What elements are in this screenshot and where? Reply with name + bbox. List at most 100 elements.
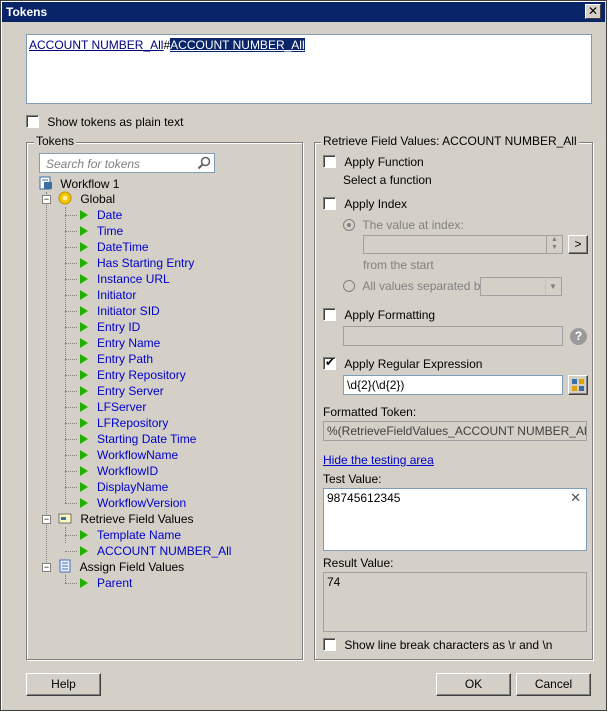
token-arrow-icon xyxy=(80,338,88,348)
apply-function-checkbox[interactable] xyxy=(323,155,336,169)
global-item[interactable]: Instance URL xyxy=(80,271,170,287)
tree-node-global[interactable]: Global xyxy=(58,191,115,207)
global-item[interactable]: DisplayName xyxy=(80,479,168,495)
index-stepper[interactable]: ▲ ▼ xyxy=(363,235,563,254)
search-icon[interactable] xyxy=(197,156,211,170)
global-item[interactable]: Time xyxy=(80,223,123,239)
chevron-down-icon[interactable]: ▼ xyxy=(545,279,560,294)
apply-formatting-row[interactable]: Apply Formatting xyxy=(323,307,435,322)
value-at-index-row[interactable]: The value at index: xyxy=(343,217,464,232)
formatted-token-label: Formatted Token: xyxy=(323,405,417,419)
token-arrow-icon xyxy=(80,306,88,316)
global-item[interactable]: DateTime xyxy=(80,239,149,255)
ok-button[interactable]: OK xyxy=(436,673,511,696)
apply-regex-label: Apply Regular Expression xyxy=(344,356,483,371)
global-item[interactable]: WorkflowID xyxy=(80,463,158,479)
global-item[interactable]: Entry Path xyxy=(80,351,153,367)
global-item[interactable]: Entry Server xyxy=(80,383,164,399)
global-item[interactable]: Has Starting Entry xyxy=(80,255,194,271)
show-plain-text-checkbox[interactable] xyxy=(26,115,39,129)
tree-node-retrieve-field-values[interactable]: Retrieve Field Values xyxy=(58,511,194,527)
formatted-token-field[interactable]: %(RetrieveFieldValues_ACCOUNT NUMBER_All… xyxy=(323,421,587,441)
apply-regex-row[interactable]: Apply Regular Expression xyxy=(323,355,483,371)
tokens-dialog: Tokens ✕ ACCOUNT NUMBER_All#ACCOUNT NUMB… xyxy=(0,0,607,711)
all-values-label: All values separated by: xyxy=(362,278,490,293)
global-item[interactable]: WorkflowVersion xyxy=(80,495,186,511)
apply-function-row[interactable]: Apply Function xyxy=(323,154,424,169)
token-arrow-icon xyxy=(80,466,88,476)
all-values-row[interactable]: All values separated by: xyxy=(343,278,490,293)
apply-index-row[interactable]: Apply Index xyxy=(323,196,407,211)
regex-builder-button[interactable] xyxy=(568,375,588,395)
global-item-label: Entry Repository xyxy=(97,368,186,382)
token-arrow-icon xyxy=(80,498,88,508)
help-icon[interactable]: ? xyxy=(570,328,587,345)
tree-connector xyxy=(65,487,77,488)
token-arrow-icon xyxy=(80,210,88,220)
line-break-checkbox[interactable] xyxy=(323,638,336,652)
afv-item[interactable]: Parent xyxy=(80,575,132,591)
assign-field-values-icon xyxy=(59,559,71,573)
global-item[interactable]: Initiator SID xyxy=(80,303,160,319)
index-more-button[interactable]: > xyxy=(568,235,588,254)
global-item-label: DisplayName xyxy=(97,480,169,494)
show-plain-text-row[interactable]: Show tokens as plain text xyxy=(26,114,183,129)
test-value-input[interactable]: 98745612345 ✕ xyxy=(323,488,587,551)
separator-select[interactable]: ▼ xyxy=(480,277,562,296)
token-arrow-icon xyxy=(80,418,88,428)
global-item[interactable]: LFServer xyxy=(80,399,146,415)
apply-index-checkbox[interactable] xyxy=(323,197,336,211)
global-item[interactable]: Entry Name xyxy=(80,335,160,351)
afv-expander[interactable]: − xyxy=(42,563,51,572)
formatting-input[interactable] xyxy=(343,326,563,346)
clear-icon[interactable]: ✕ xyxy=(570,490,581,506)
tree-connector xyxy=(65,423,77,424)
close-icon[interactable]: ✕ xyxy=(585,4,601,19)
result-value-label: Result Value: xyxy=(323,556,394,570)
line-break-row[interactable]: Show line break characters as \r and \n xyxy=(323,637,552,652)
global-item[interactable]: LFRepository xyxy=(80,415,168,431)
index-stepper-arrows-icon[interactable]: ▲ ▼ xyxy=(546,236,562,253)
global-item-label: Starting Date Time xyxy=(97,432,197,446)
global-item[interactable]: Initiator xyxy=(80,287,136,303)
global-item[interactable]: Date xyxy=(80,207,122,223)
global-item[interactable]: WorkflowName xyxy=(80,447,178,463)
global-item-label: WorkflowVersion xyxy=(97,496,187,510)
rfv-expander[interactable]: − xyxy=(42,515,51,524)
search-input[interactable]: Search for tokens xyxy=(39,153,215,173)
right-group-label: Retrieve Field Values: ACCOUNT NUMBER_Al… xyxy=(321,134,579,148)
retrieve-field-values-icon xyxy=(58,513,72,524)
apply-formatting-checkbox[interactable] xyxy=(323,308,336,322)
value-at-index-radio[interactable] xyxy=(343,218,355,231)
rfv-item[interactable]: Template Name xyxy=(80,527,181,543)
global-item-label: Has Starting Entry xyxy=(97,256,195,270)
token-arrow-icon xyxy=(80,242,88,252)
all-values-radio[interactable] xyxy=(343,279,355,292)
cancel-button[interactable]: Cancel xyxy=(516,673,591,696)
tree-connector xyxy=(65,263,77,264)
token-text-box[interactable]: ACCOUNT NUMBER_All#ACCOUNT NUMBER_All xyxy=(26,34,592,104)
help-button[interactable]: Help xyxy=(26,673,101,696)
apply-regex-checkbox[interactable] xyxy=(323,355,336,371)
select-function-text: Select a function xyxy=(343,173,432,187)
regex-input[interactable]: \d{2}(\d{2}) xyxy=(343,375,563,395)
tree-connector xyxy=(65,407,77,408)
global-item-label: WorkflowID xyxy=(97,464,159,478)
afv-label: Assign Field Values xyxy=(79,560,185,574)
rfv-item[interactable]: ACCOUNT NUMBER_All xyxy=(80,543,231,559)
token-arrow-icon xyxy=(80,226,88,236)
regex-value: \d{2}(\d{2}) xyxy=(347,378,405,392)
hide-testing-area-link[interactable]: Hide the testing area xyxy=(323,453,434,467)
tree-connector xyxy=(65,535,77,536)
tree-connector xyxy=(65,247,77,248)
tree-connector xyxy=(65,455,77,456)
global-item[interactable]: Starting Date Time xyxy=(80,431,196,447)
tree-root-workflow[interactable]: Workflow 1 xyxy=(39,176,119,192)
global-item[interactable]: Entry Repository xyxy=(80,367,186,383)
test-value-text: 98745612345 xyxy=(327,491,401,505)
global-expander[interactable]: − xyxy=(42,195,51,204)
global-item-label: Date xyxy=(97,208,123,222)
tree-node-assign-field-values[interactable]: Assign Field Values xyxy=(58,559,184,575)
token-arrow-icon xyxy=(80,402,88,412)
global-item[interactable]: Entry ID xyxy=(80,319,140,335)
